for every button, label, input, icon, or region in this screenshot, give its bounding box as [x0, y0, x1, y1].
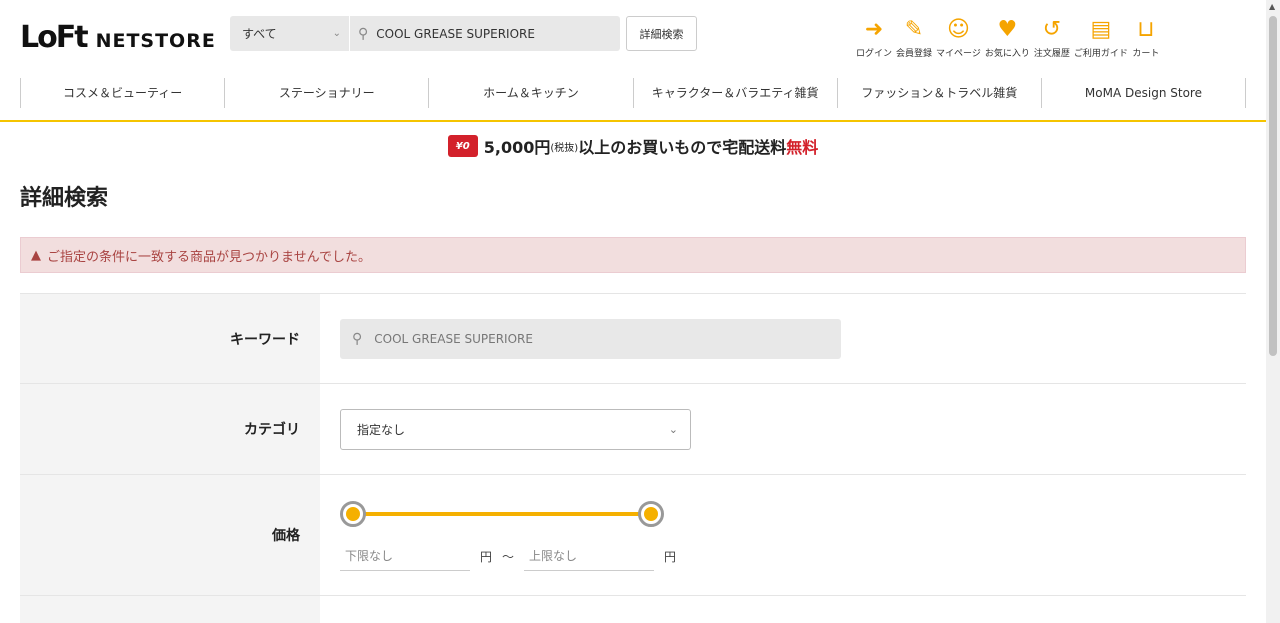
header-link-label: マイページ [936, 49, 981, 59]
page-scrollbar[interactable]: ▲ [1266, 0, 1280, 623]
mypage-icon: ☺ [946, 16, 970, 42]
scroll-up-icon[interactable]: ▲ [1269, 2, 1275, 11]
header-link-label: お気に入り [984, 49, 1030, 59]
category-nav-item[interactable]: キャラクター＆バラエティ雑貨 [632, 78, 837, 108]
category-select[interactable]: 指定なし ⌄ [340, 408, 691, 450]
advanced-search-button[interactable]: 詳細検索 [626, 16, 697, 51]
header-link-cart[interactable]: ⊔ カート [1132, 16, 1160, 60]
next-row-label [20, 596, 320, 623]
logo-sub: NETSTORE [95, 30, 216, 52]
chevron-down-icon: ⌄ [668, 422, 678, 436]
advanced-search-form: キーワード ⚲ COOL GREASE SUPERIORE カテゴリ 指定なし … [20, 293, 1246, 623]
price-max-handle[interactable] [638, 501, 664, 527]
order-history-icon: ↺ [1042, 16, 1062, 42]
header-link-label: カート [1132, 49, 1160, 59]
search-icon: ⚲ [352, 330, 363, 347]
header-link-favorite[interactable]: ♥ お気に入り [984, 16, 1030, 60]
keyword-field-cell: ⚲ COOL GREASE SUPERIORE [320, 294, 1246, 383]
category-nav-item[interactable]: コスメ＆ビューティー [20, 78, 224, 108]
keyword-label: キーワード [20, 294, 320, 383]
category-nav-item[interactable]: MoMA Design Store [1040, 78, 1247, 108]
category-nav-item[interactable]: ホーム＆キッチン [428, 78, 632, 108]
header-link-guide[interactable]: ▤ ご利用ガイド [1073, 16, 1128, 60]
range-tilde: 〜 [502, 549, 515, 564]
header-link-label: 会員登録 [896, 49, 933, 59]
guide-icon: ▤ [1090, 16, 1112, 42]
site-header: LoFt NETSTORE すべて ⌄ ⚲ COOL GREASE SUPERI… [0, 0, 1266, 122]
no-results-alert: ▲ ご指定の条件に一致する商品が見つかりませんでした。 [20, 237, 1246, 273]
price-field-cell: 下限なし 円 〜 上限なし 円 [320, 475, 1246, 595]
price-min-handle[interactable] [340, 501, 366, 527]
header-link-login[interactable]: ➜ ログイン [856, 16, 893, 60]
header-link-mypage[interactable]: ☺ マイページ [936, 16, 981, 60]
yen-unit: 円 [664, 549, 677, 564]
header-link-order-history[interactable]: ↺ 注文履歴 [1033, 16, 1070, 60]
price-label: 価格 [20, 475, 320, 595]
truck-icon: ¥0 [447, 135, 478, 157]
search-scope-value: すべて [242, 27, 277, 41]
search-icon: ⚲ [358, 25, 369, 42]
search-scope-select[interactable]: すべて ⌄ [230, 16, 350, 51]
keyword-row: キーワード ⚲ COOL GREASE SUPERIORE [20, 294, 1246, 384]
price-inputs: 下限なし 円 〜 上限なし 円 [340, 541, 686, 571]
price-min-input[interactable]: 下限なし [340, 541, 470, 571]
warning-icon: ▲ [31, 247, 41, 263]
category-nav-item[interactable]: ファッション＆トラベル雑貨 [836, 78, 1041, 108]
category-field-cell: 指定なし ⌄ [320, 384, 1246, 474]
promo-tax-note: (税抜) [550, 142, 579, 154]
register-icon: ✎ [904, 16, 924, 42]
keyword-input-value: COOL GREASE SUPERIORE [374, 331, 533, 346]
next-row-field [320, 596, 1246, 623]
price-range-slider [340, 501, 666, 527]
price-slider-track [353, 512, 651, 516]
category-select-value: 指定なし [357, 422, 406, 437]
login-icon: ➜ [864, 16, 884, 42]
price-max-input[interactable]: 上限なし [524, 541, 655, 571]
category-nav: コスメ＆ビューティー ステーショナリー ホーム＆キッチン キャラクター＆バラエティ雑貨… [20, 78, 1247, 108]
keyword-input[interactable]: ⚲ COOL GREASE SUPERIORE [340, 318, 841, 359]
chevron-down-icon: ⌄ [332, 28, 341, 39]
price-row: 価格 下限なし 円 〜 上限なし 円 [20, 475, 1246, 596]
shipping-promo-banner[interactable]: ¥0 5,000円 (税抜) 以上のお買いもので宅配送料 無料 [0, 134, 1266, 158]
search-input-value: COOL GREASE SUPERIORE [376, 26, 535, 41]
promo-amount: 5,000円 [483, 138, 551, 157]
header-link-register[interactable]: ✎ 会員登録 [896, 16, 933, 60]
site-logo[interactable]: LoFt NETSTORE [20, 20, 216, 55]
alert-message: ご指定の条件に一致する商品が見つかりませんでした。 [47, 249, 371, 265]
favorite-icon: ♥ [997, 16, 1018, 42]
yen-unit: 円 [480, 549, 493, 564]
logo-main: LoFt [20, 20, 89, 55]
page-title: 詳細検索 [20, 186, 109, 211]
category-nav-item[interactable]: ステーショナリー [224, 78, 428, 108]
promo-free: 無料 [786, 138, 819, 157]
header-icon-bar: ➜ ログイン ✎ 会員登録 ☺ マイページ ♥ お気に入り ↺ 注文履歴 ▤ ご利用ガイド ⊔ カート [856, 16, 1164, 60]
header-link-label: 注文履歴 [1033, 49, 1070, 59]
category-label: カテゴリ [20, 384, 320, 474]
category-row: カテゴリ 指定なし ⌄ [20, 384, 1246, 475]
search-input[interactable]: ⚲ COOL GREASE SUPERIORE [350, 26, 620, 42]
next-row [20, 596, 1246, 623]
scrollbar-thumb[interactable] [1269, 16, 1277, 356]
header-link-label: ご利用ガイド [1073, 49, 1128, 59]
header-link-label: ログイン [856, 49, 893, 59]
header-search: すべて ⌄ ⚲ COOL GREASE SUPERIORE [230, 16, 620, 51]
promo-text: 以上のお買いもので宅配送料 [578, 138, 787, 157]
cart-icon: ⊔ [1137, 16, 1155, 42]
